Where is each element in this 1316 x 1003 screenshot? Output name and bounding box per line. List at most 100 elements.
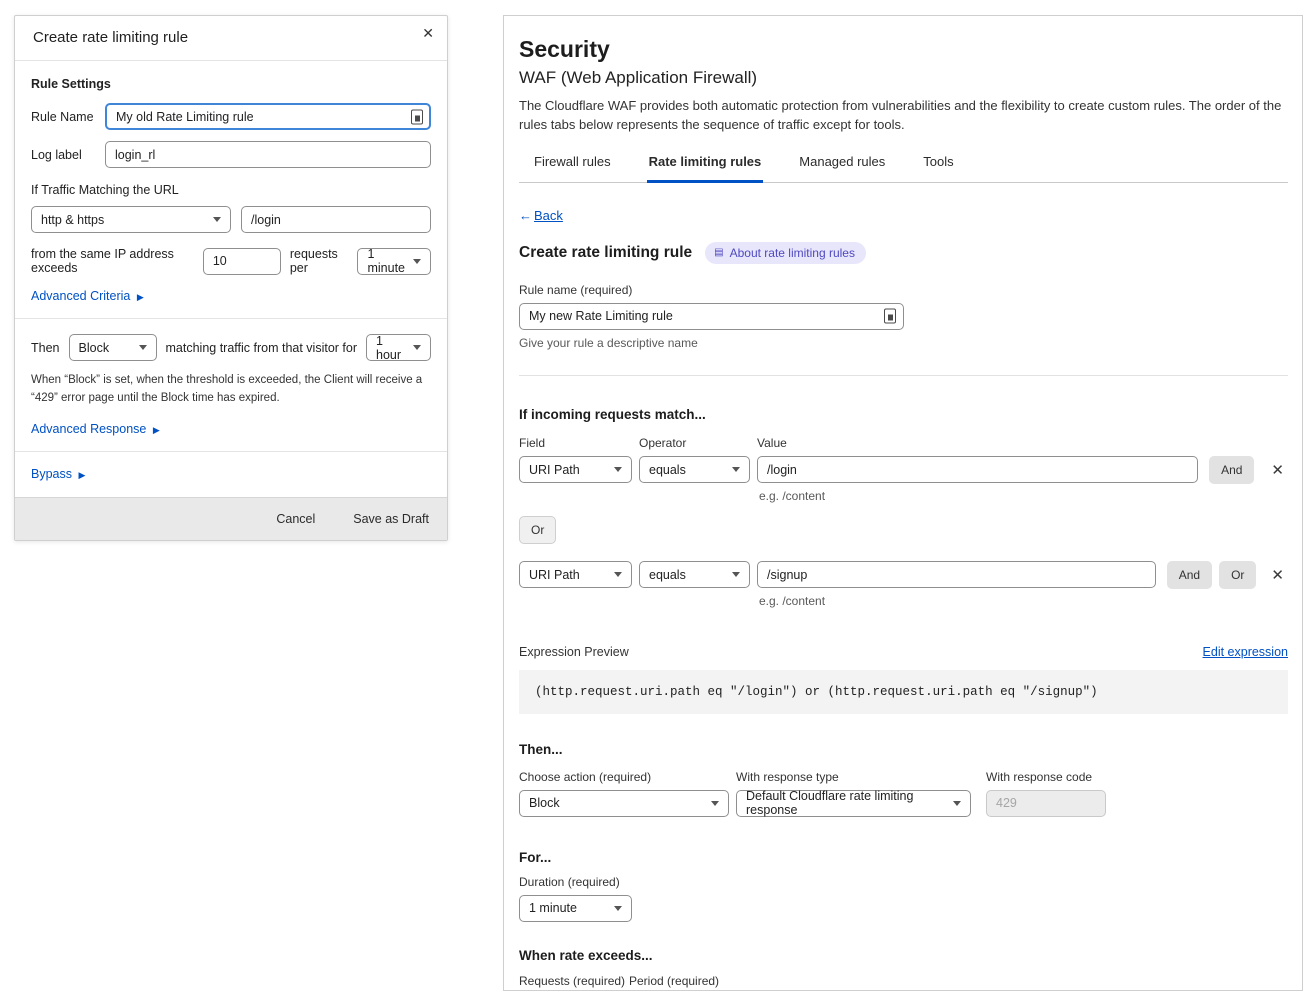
and-condition-button[interactable]: And [1209,456,1254,484]
value-column-label: Value [757,436,787,450]
choose-action-label: Choose action (required) [519,770,736,784]
dialog-body: Rule Settings Rule Name Log label If Tra… [15,61,447,481]
rule-name-helper: Give your rule a descriptive name [519,336,1288,350]
requests-label: Requests (required) [519,974,629,988]
value-input[interactable] [757,456,1198,483]
value-helper: e.g. /content [759,594,1288,608]
rate-exceeds-heading: When rate exceeds... [519,948,1288,963]
back-link[interactable]: Back [534,208,563,223]
rule-name-input[interactable] [105,103,431,130]
period-select[interactable]: 1 minute [357,248,431,275]
rule-settings-heading: Rule Settings [31,77,431,91]
then-label: Then [31,341,60,355]
expression-preview-label: Expression Preview [519,645,629,659]
cancel-button[interactable]: Cancel [276,512,315,526]
close-icon[interactable]: ✕ [422,25,434,42]
response-code-label: With response code [986,770,1092,784]
page-description: The Cloudflare WAF provides both automat… [519,97,1288,135]
dialog-header: Create rate limiting rule ✕ [15,16,447,61]
chevron-down-icon [953,801,961,806]
log-label-label: Log label [31,148,105,162]
exceeds-text: from the same IP address exceeds [31,247,194,275]
value-input[interactable] [757,561,1156,588]
condition-row: URI Path equals And Or ✕ [519,561,1288,589]
tab-rate-limiting-rules[interactable]: Rate limiting rules [647,152,764,183]
advanced-response-link[interactable]: Advanced Response ▶ [31,422,160,436]
divider [15,318,447,319]
dialog-title: Create rate limiting rule [33,29,188,46]
matching-traffic-text: matching traffic from that visitor for [166,341,358,355]
autofill-icon [884,309,896,324]
field-select[interactable]: URI Path [519,456,632,483]
operator-select[interactable]: equals [639,561,750,588]
caret-right-icon: ▶ [137,292,144,302]
waf-tabs: Firewall rules Rate limiting rules Manag… [519,152,1288,183]
divider [15,451,447,452]
chevron-down-icon [413,259,421,264]
or-condition-button[interactable]: Or [1219,561,1256,589]
value-helper: e.g. /content [759,489,1288,503]
about-rate-limiting-rules-badge[interactable]: ▤ About rate limiting rules [705,242,866,264]
bypass-link[interactable]: Bypass ▶ [31,467,85,481]
rule-name-label: Rule name (required) [519,283,1288,297]
page-title: Security [519,36,1288,63]
remove-condition-icon[interactable]: ✕ [1267,564,1288,586]
block-note: When “Block” is set, when the threshold … [31,372,431,408]
chevron-down-icon [614,572,622,577]
response-type-select[interactable]: Default Cloudflare rate limiting respons… [736,790,971,817]
operator-column-label: Operator [639,436,757,450]
create-rate-limiting-rule-dialog: Create rate limiting rule ✕ Rule Setting… [14,15,448,541]
chevron-down-icon [711,801,719,806]
scheme-select[interactable]: http & https [31,206,231,233]
action-select[interactable]: Block [519,790,729,817]
requests-per-text: requests per [290,247,349,275]
match-heading: If incoming requests match... [519,407,1288,422]
caret-right-icon: ▶ [78,470,85,480]
page-subtitle: WAF (Web Application Firewall) [519,68,1288,88]
dialog-footer: Cancel Save as Draft [15,497,447,540]
and-condition-button[interactable]: And [1167,561,1212,589]
url-input[interactable] [241,206,431,233]
log-label-input[interactable] [105,141,431,168]
chevron-down-icon [732,572,740,577]
rule-name-label: Rule Name [31,110,105,124]
period-label: Period (required) [629,974,719,988]
chevron-down-icon [413,345,421,350]
chevron-down-icon [732,467,740,472]
or-connector-button[interactable]: Or [519,516,556,544]
traffic-matching-heading: If Traffic Matching the URL [31,183,431,197]
tab-firewall-rules[interactable]: Firewall rules [532,152,613,182]
save-as-draft-button[interactable]: Save as Draft [353,512,429,526]
field-select[interactable]: URI Path [519,561,632,588]
document-icon: ▤ [714,247,723,258]
duration-label: Duration (required) [519,875,1288,889]
rule-name-input[interactable] [519,303,904,330]
form-title: Create rate limiting rule [519,244,692,262]
requests-count-input[interactable] [203,248,281,275]
chevron-down-icon [139,345,147,350]
security-waf-panel: Security WAF (Web Application Firewall) … [503,15,1303,991]
chevron-down-icon [213,217,221,222]
back-arrow-icon: ← [519,208,532,223]
chevron-down-icon [614,467,622,472]
edit-expression-link[interactable]: Edit expression [1203,645,1288,659]
advanced-criteria-link[interactable]: Advanced Criteria ▶ [31,289,144,303]
chevron-down-icon [614,906,622,911]
tab-tools[interactable]: Tools [921,152,955,182]
remove-condition-icon[interactable]: ✕ [1267,459,1288,481]
then-heading: Then... [519,742,1288,757]
block-duration-select[interactable]: 1 hour [366,334,431,361]
divider [519,375,1288,376]
operator-select[interactable]: equals [639,456,750,483]
response-code-input [986,790,1106,817]
duration-select[interactable]: 1 minute [519,895,632,922]
tab-managed-rules[interactable]: Managed rules [797,152,887,182]
condition-row: URI Path equals And ✕ [519,456,1288,484]
expression-preview-code: (http.request.uri.path eq "/login") or (… [519,670,1288,714]
caret-right-icon: ▶ [153,425,160,435]
for-heading: For... [519,850,1288,865]
response-type-label: With response type [736,770,986,784]
autofill-icon [411,109,423,124]
action-select[interactable]: Block [69,334,157,361]
field-column-label: Field [519,436,639,450]
